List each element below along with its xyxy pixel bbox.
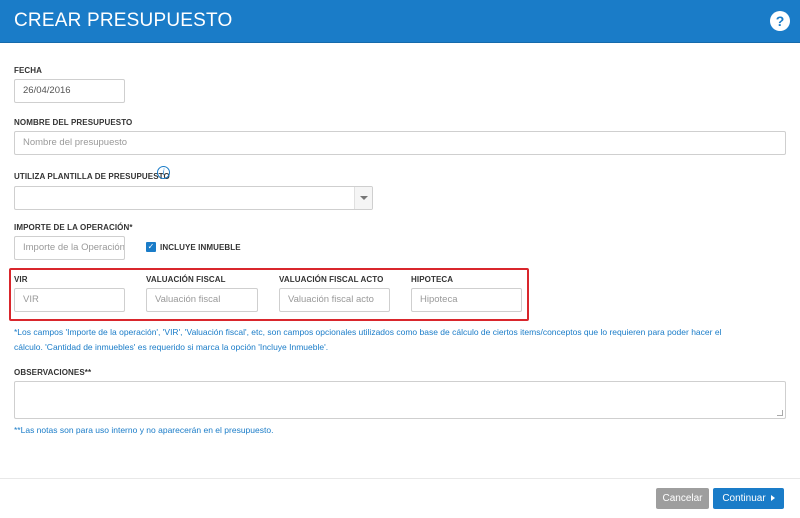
- plantilla-select[interactable]: [14, 186, 373, 210]
- optional-fields-note: *Los campos 'Importe de la operación', '…: [14, 325, 790, 355]
- internal-notes-note: **Las notas son para uso interno y no ap…: [14, 425, 274, 435]
- footer-divider: [0, 478, 800, 479]
- fecha-label: FECHA: [14, 66, 43, 75]
- vir-placeholder: VIR: [23, 294, 39, 305]
- question-circle-icon[interactable]: ?: [770, 11, 790, 31]
- valuacion-fiscal-acto-placeholder: Valuación fiscal acto: [288, 294, 374, 305]
- nombre-label: NOMBRE DEL PRESUPUESTO: [14, 118, 133, 127]
- importe-placeholder: Importe de la Operación: [23, 242, 125, 253]
- valuacion-fiscal-placeholder: Valuación fiscal: [155, 294, 221, 305]
- hipoteca-placeholder: Hipoteca: [420, 294, 458, 305]
- valuacion-fiscal-label: VALUACIÓN FISCAL: [146, 275, 226, 284]
- info-icon[interactable]: i: [157, 166, 170, 179]
- importe-label: IMPORTE DE LA OPERACIÓN*: [14, 223, 133, 232]
- fecha-input[interactable]: 26/04/2016: [14, 79, 125, 103]
- chevron-down-icon[interactable]: [354, 187, 372, 209]
- hipoteca-label: HIPOTECA: [411, 275, 454, 284]
- hipoteca-input[interactable]: Hipoteca: [411, 288, 522, 312]
- observaciones-textarea[interactable]: [14, 381, 786, 419]
- valuacion-fiscal-input[interactable]: Valuación fiscal: [146, 288, 258, 312]
- importe-input[interactable]: Importe de la Operación: [14, 236, 125, 260]
- continue-button[interactable]: Continuar: [713, 488, 784, 509]
- caret-right-icon: [770, 495, 775, 502]
- incluye-inmueble-checkbox[interactable]: ✓: [146, 242, 156, 252]
- vir-input[interactable]: VIR: [14, 288, 125, 312]
- modal-title: CREAR PRESUPUESTO: [14, 10, 233, 31]
- plantilla-label: UTILIZA PLANTILLA DE PRESUPUESTO: [14, 172, 170, 181]
- optional-note-line1: *Los campos 'Importe de la operación', '…: [14, 327, 722, 337]
- valuacion-fiscal-acto-label: VALUACIÓN FISCAL ACTO: [279, 275, 384, 284]
- nombre-placeholder: Nombre del presupuesto: [23, 137, 128, 148]
- cancel-button[interactable]: Cancelar: [656, 488, 709, 509]
- resize-grip-icon[interactable]: [777, 410, 783, 416]
- nombre-input[interactable]: Nombre del presupuesto: [14, 131, 786, 155]
- valuacion-fiscal-acto-input[interactable]: Valuación fiscal acto: [279, 288, 390, 312]
- modal-header: CREAR PRESUPUESTO ?: [0, 0, 800, 43]
- continue-label: Continuar: [722, 493, 766, 504]
- optional-note-line2: cálculo. 'Cantidad de inmuebles' es requ…: [14, 342, 329, 352]
- observaciones-label: OBSERVACIONES**: [14, 368, 92, 377]
- vir-label: VIR: [14, 275, 28, 284]
- incluye-inmueble-label: INCLUYE INMUEBLE: [160, 243, 241, 252]
